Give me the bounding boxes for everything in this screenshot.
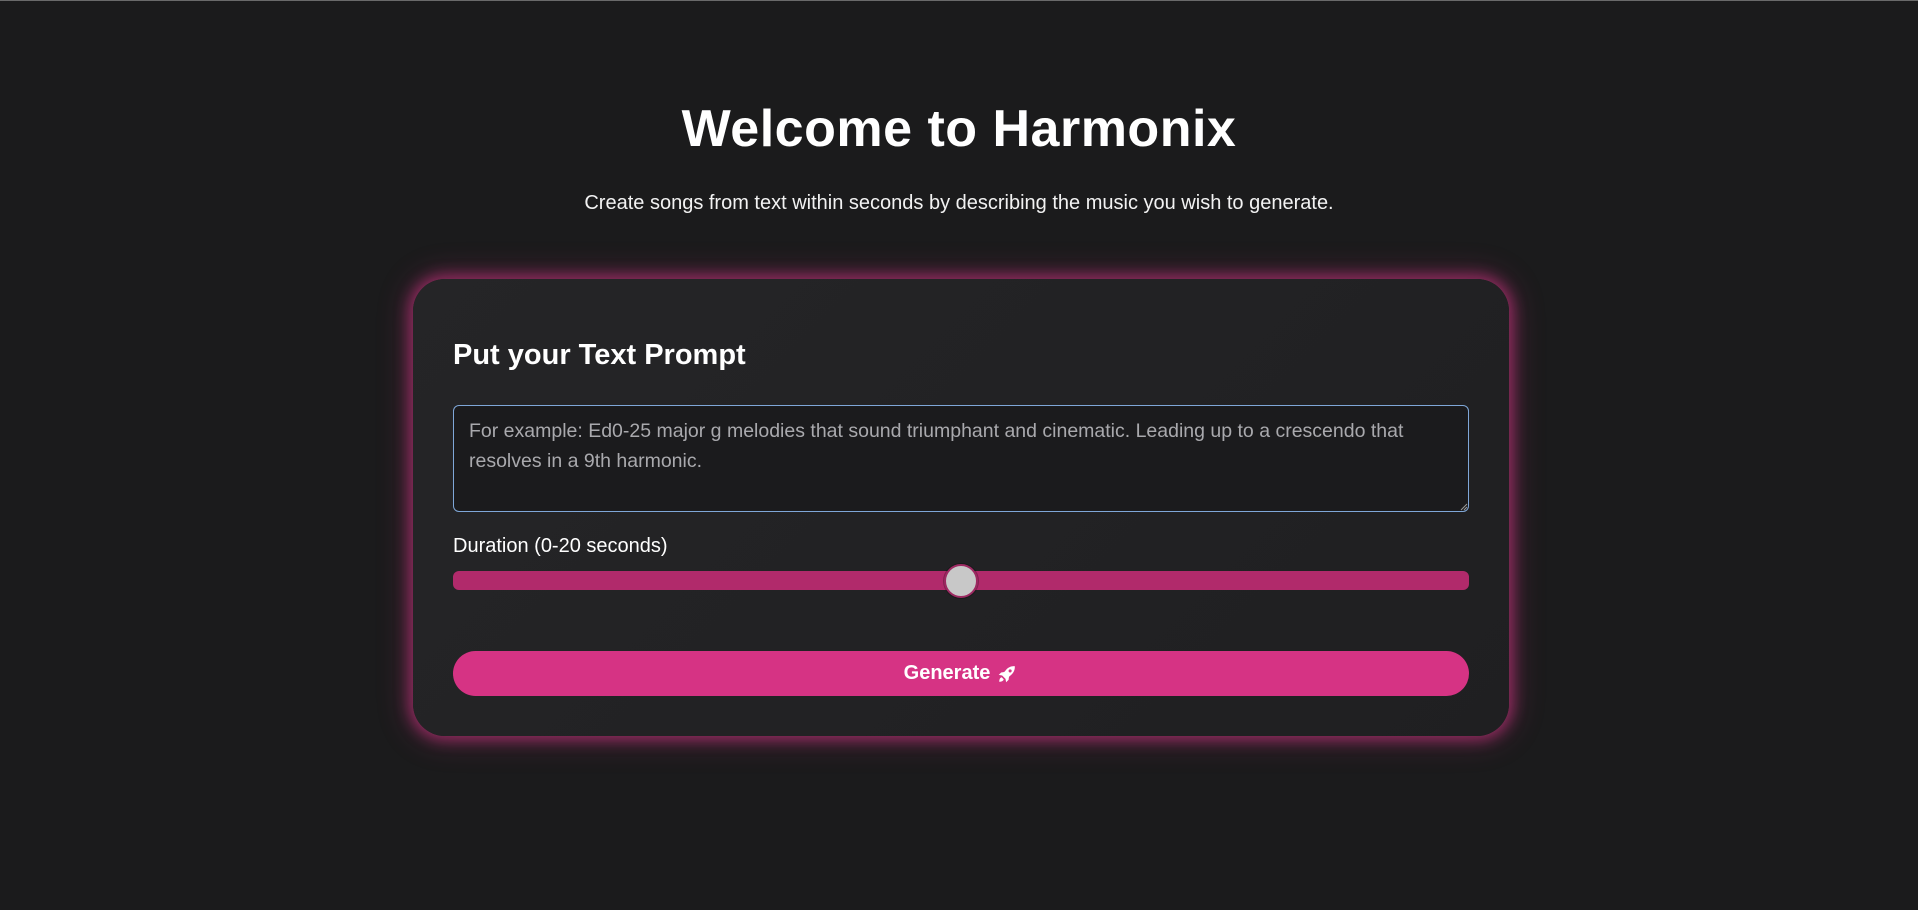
prompt-card: Put your Text Prompt Duration (0-20 seco…	[413, 279, 1509, 736]
page: Welcome to Harmonix Create songs from te…	[0, 0, 1918, 910]
duration-label: Duration (0-20 seconds)	[453, 535, 668, 557]
rocket-icon	[999, 665, 1016, 682]
generate-button[interactable]: Generate	[453, 651, 1469, 696]
generate-button-label: Generate	[903, 662, 991, 684]
page-subtitle: Create songs from text within seconds by…	[584, 192, 1334, 214]
duration-slider-thumb[interactable]	[944, 564, 978, 598]
page-title: Welcome to Harmonix	[681, 100, 1237, 158]
card-title: Put your Text Prompt	[453, 339, 746, 371]
prompt-textarea[interactable]	[453, 405, 1469, 512]
resize-grip-icon[interactable]	[1460, 503, 1468, 511]
